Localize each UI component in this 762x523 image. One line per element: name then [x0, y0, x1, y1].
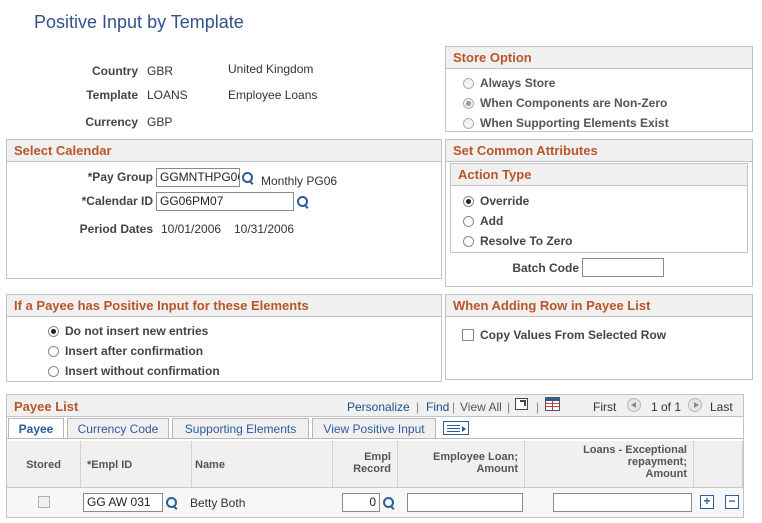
find-link[interactable]: Find	[426, 400, 449, 414]
payee-positive-input-title: If a Payee has Positive Input for these …	[7, 295, 441, 317]
pay-group-input[interactable]: GGMNTHPG06	[156, 168, 240, 187]
new-window-icon[interactable]	[515, 398, 528, 410]
calendar-id-lookup-icon[interactable]	[296, 195, 310, 209]
row-empl-record-input[interactable]: 0	[342, 493, 380, 512]
currency-code: GBP	[147, 115, 173, 129]
tab-supporting-elements[interactable]: Supporting Elements	[172, 418, 309, 438]
add-row-button[interactable]: +	[700, 495, 714, 509]
period-end: 10/31/2006	[234, 222, 295, 236]
store-nonzero-option[interactable]: When Components are Non-Zero	[463, 96, 667, 110]
delete-row-button[interactable]: −	[725, 495, 739, 509]
adding-row-title: When Adding Row in Payee List	[446, 295, 752, 317]
store-always-option[interactable]: Always Store	[463, 76, 555, 90]
no-insert-option[interactable]: Do not insert new entries	[48, 324, 208, 338]
store-always-label: Always Store	[480, 76, 556, 90]
insert-without-label: Insert without confirmation	[65, 364, 220, 378]
store-supporting-option[interactable]: When Supporting Elements Exist	[463, 116, 669, 130]
row-name: Betty Both	[190, 496, 246, 510]
next-arrow-icon[interactable]	[688, 398, 702, 412]
store-option-title: Store Option	[446, 47, 752, 69]
radio-icon[interactable]	[463, 195, 474, 207]
row-loans-exceptional-input[interactable]	[553, 493, 692, 512]
radio-icon[interactable]	[48, 345, 59, 357]
radio-icon[interactable]	[463, 117, 474, 129]
separator: |	[536, 400, 540, 414]
first-label: First	[593, 400, 617, 414]
currency-label: Currency	[85, 115, 138, 129]
col-stored: Stored	[7, 441, 81, 487]
row-employee-loan-input[interactable]	[407, 493, 523, 512]
insert-without-confirmation-option[interactable]: Insert without confirmation	[48, 364, 220, 378]
copy-values-checkbox[interactable]	[462, 329, 474, 341]
page-title: Positive Input by Template	[34, 12, 244, 32]
col-empl-id: *Empl ID	[81, 441, 192, 487]
view-all-link[interactable]: View All	[460, 400, 502, 414]
col-empl-record: Empl Record	[333, 441, 398, 487]
insert-after-label: Insert after confirmation	[65, 344, 204, 358]
personalize-link[interactable]: Personalize	[347, 400, 410, 414]
payee-list-title: Payee List	[14, 399, 79, 414]
calendar-id-input[interactable]: GG06PM07	[156, 192, 294, 211]
template-label: Template	[86, 88, 138, 102]
batch-code-label: Batch Code	[512, 261, 579, 275]
action-override-label: Override	[480, 194, 530, 208]
country-name: United Kingdom	[228, 62, 314, 76]
tab-currency-code[interactable]: Currency Code	[67, 418, 169, 438]
radio-icon[interactable]	[463, 215, 474, 227]
col-name: Name	[192, 441, 333, 487]
batch-code-input[interactable]	[582, 258, 664, 277]
store-supporting-label: When Supporting Elements Exist	[480, 116, 669, 130]
pay-group-label: *Pay Group	[87, 170, 153, 184]
pay-group-desc: Monthly PG06	[261, 174, 338, 188]
row-empl-id-input[interactable]: GG AW 031	[83, 493, 163, 512]
common-attributes-title: Set Common Attributes	[446, 140, 752, 162]
col-actions	[694, 441, 743, 487]
last-label: Last	[710, 400, 733, 414]
action-add-label: Add	[480, 214, 504, 228]
no-insert-label: Do not insert new entries	[65, 324, 209, 338]
separator: |	[416, 400, 420, 414]
store-nonzero-label: When Components are Non-Zero	[480, 96, 668, 110]
separator: |	[452, 400, 456, 414]
copy-values-option[interactable]: Copy Values From Selected Row	[462, 328, 666, 342]
radio-icon[interactable]	[48, 365, 59, 377]
radio-icon[interactable]	[48, 325, 59, 337]
period-start: 10/01/2006	[161, 222, 222, 236]
tab-payee[interactable]: Payee	[8, 418, 64, 439]
col-loans-exceptional: Loans - Exceptional repayment; Amount	[525, 441, 694, 487]
radio-icon[interactable]	[463, 77, 474, 89]
template-code: LOANS	[147, 88, 188, 102]
row-stored-checkbox[interactable]	[38, 496, 50, 508]
select-calendar-title: Select Calendar	[7, 140, 441, 162]
tab-view-positive-input[interactable]: View Positive Input	[312, 418, 436, 438]
action-add-option[interactable]: Add	[463, 214, 503, 228]
empl-id-lookup-icon[interactable]	[165, 496, 179, 510]
download-grid-icon[interactable]	[545, 397, 560, 411]
action-type-title: Action Type	[451, 164, 747, 186]
period-dates-label: Period Dates	[79, 222, 153, 236]
calendar-id-label: *Calendar ID	[81, 194, 153, 208]
country-label: Country	[92, 64, 138, 78]
copy-values-label: Copy Values From Selected Row	[480, 328, 667, 342]
radio-icon[interactable]	[463, 97, 474, 109]
tab-divider	[7, 438, 743, 439]
action-resolve-label: Resolve To Zero	[480, 234, 573, 248]
insert-after-confirmation-option[interactable]: Insert after confirmation	[48, 344, 203, 358]
separator: |	[507, 400, 511, 414]
action-resolve-option[interactable]: Resolve To Zero	[463, 234, 572, 248]
pager-text: 1 of 1	[651, 400, 682, 414]
action-override-option[interactable]: Override	[463, 194, 529, 208]
empl-record-lookup-icon[interactable]	[382, 496, 396, 510]
radio-icon[interactable]	[463, 235, 474, 247]
col-employee-loan: Employee Loan; Amount	[398, 441, 525, 487]
previous-arrow-icon[interactable]	[627, 398, 641, 412]
template-name: Employee Loans	[228, 88, 318, 102]
pay-group-lookup-icon[interactable]	[241, 171, 255, 185]
show-all-columns-icon[interactable]	[443, 421, 469, 435]
country-code: GBR	[147, 64, 174, 78]
